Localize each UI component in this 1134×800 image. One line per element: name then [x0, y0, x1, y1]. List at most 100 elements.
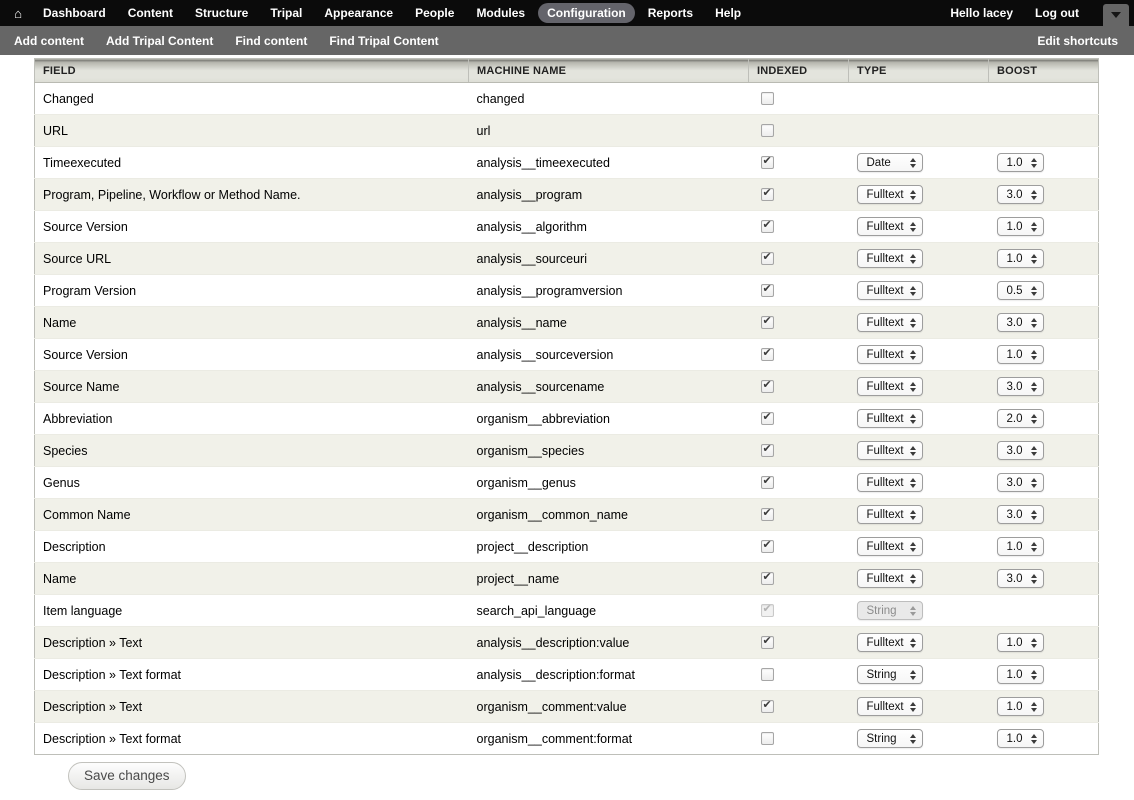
toolbar-item-content[interactable]: Content — [119, 3, 182, 23]
boost-select[interactable]: 1.0 — [997, 153, 1044, 172]
boost-select[interactable]: 3.0 — [997, 377, 1044, 396]
indexed-checkbox[interactable] — [761, 668, 774, 681]
type-select[interactable]: Fulltext — [857, 281, 923, 300]
type-select[interactable]: Date — [857, 153, 923, 172]
toolbar-item-appearance[interactable]: Appearance — [315, 3, 402, 23]
toolbar-item-reports[interactable]: Reports — [639, 3, 702, 23]
toolbar-item-structure[interactable]: Structure — [186, 3, 257, 23]
field-label: Source Version — [35, 339, 469, 371]
arrow-up-icon — [910, 158, 916, 162]
indexed-checkbox[interactable] — [761, 92, 774, 105]
stepper-arrows-icon — [1031, 638, 1037, 648]
machine-name: analysis__description:value — [469, 627, 749, 659]
type-select[interactable]: Fulltext — [857, 249, 923, 268]
type-cell: Fulltext — [849, 531, 989, 563]
toolbar-item-people[interactable]: People — [406, 3, 463, 23]
boost-select[interactable]: 3.0 — [997, 185, 1044, 204]
arrow-up-icon — [1031, 734, 1037, 738]
arrow-up-icon — [1031, 382, 1037, 386]
logout-link[interactable]: Log out — [1026, 3, 1088, 23]
indexed-checkbox[interactable]: ✔ — [761, 316, 774, 329]
boost-select[interactable]: 1.0 — [997, 665, 1044, 684]
column-header-field: FIELD — [35, 59, 469, 83]
type-select[interactable]: Fulltext — [857, 185, 923, 204]
stepper-arrows-icon — [1031, 702, 1037, 712]
indexed-checkbox[interactable]: ✔ — [761, 572, 774, 585]
type-select[interactable]: Fulltext — [857, 633, 923, 652]
shortcut-find-content[interactable]: Find content — [235, 34, 307, 48]
shortcut-find-tripal-content[interactable]: Find Tripal Content — [329, 34, 438, 48]
boost-select[interactable]: 3.0 — [997, 473, 1044, 492]
shortcut-add-content[interactable]: Add content — [14, 34, 84, 48]
home-icon[interactable]: ⌂ — [4, 6, 32, 21]
toolbar-item-tripal[interactable]: Tripal — [261, 3, 311, 23]
toolbar-item-modules[interactable]: Modules — [467, 3, 534, 23]
type-select[interactable]: Fulltext — [857, 569, 923, 588]
stepper-arrows-icon — [910, 286, 916, 296]
boost-select[interactable]: 1.0 — [997, 697, 1044, 716]
boost-select[interactable]: 1.0 — [997, 345, 1044, 364]
arrow-down-icon — [1031, 324, 1037, 328]
type-select[interactable]: Fulltext — [857, 537, 923, 556]
arrow-down-icon — [1031, 356, 1037, 360]
boost-select[interactable]: 1.0 — [997, 249, 1044, 268]
boost-select[interactable]: 3.0 — [997, 441, 1044, 460]
indexed-checkbox[interactable]: ✔ — [761, 636, 774, 649]
type-select[interactable]: Fulltext — [857, 409, 923, 428]
indexed-checkbox[interactable]: ✔ — [761, 508, 774, 521]
boost-select[interactable]: 0.5 — [997, 281, 1044, 300]
indexed-checkbox[interactable]: ✔ — [761, 348, 774, 361]
type-select[interactable]: Fulltext — [857, 345, 923, 364]
boost-select-value: 1.0 — [1007, 349, 1023, 361]
toolbar-item-help[interactable]: Help — [706, 3, 750, 23]
type-select-value: Fulltext — [867, 317, 904, 329]
indexed-checkbox[interactable]: ✔ — [761, 476, 774, 489]
type-select[interactable]: Fulltext — [857, 313, 923, 332]
type-select[interactable]: Fulltext — [857, 697, 923, 716]
toolbar-item-configuration[interactable]: Configuration — [538, 3, 635, 23]
type-cell — [849, 115, 989, 147]
boost-select-value: 1.0 — [1007, 221, 1023, 233]
indexed-checkbox[interactable] — [761, 124, 774, 137]
shortcut-add-tripal-content[interactable]: Add Tripal Content — [106, 34, 213, 48]
type-select[interactable]: Fulltext — [857, 473, 923, 492]
boost-select[interactable]: 3.0 — [997, 313, 1044, 332]
type-select[interactable]: String — [857, 665, 923, 684]
indexed-checkbox[interactable]: ✔ — [761, 444, 774, 457]
type-cell: Date — [849, 147, 989, 179]
table-row: Description » Textanalysis__description:… — [35, 627, 1099, 659]
table-row: Source URLanalysis__sourceuri✔Fulltext1.… — [35, 243, 1099, 275]
arrow-up-icon — [1031, 190, 1037, 194]
boost-select[interactable]: 1.0 — [997, 217, 1044, 236]
boost-select[interactable]: 1.0 — [997, 633, 1044, 652]
fields-table-body: ChangedchangedURLurlTimeexecutedanalysis… — [35, 83, 1099, 755]
indexed-checkbox[interactable] — [761, 732, 774, 745]
type-select[interactable]: Fulltext — [857, 217, 923, 236]
save-changes-button[interactable]: Save changes — [68, 762, 186, 790]
field-label: Description — [35, 531, 469, 563]
edit-shortcuts-link[interactable]: Edit shortcuts — [1037, 34, 1118, 48]
indexed-checkbox[interactable]: ✔ — [761, 412, 774, 425]
type-select[interactable]: Fulltext — [857, 505, 923, 524]
indexed-checkbox[interactable]: ✔ — [761, 380, 774, 393]
user-greeting[interactable]: Hello lacey — [941, 3, 1022, 23]
indexed-checkbox[interactable]: ✔ — [761, 700, 774, 713]
boost-select[interactable]: 3.0 — [997, 569, 1044, 588]
type-select[interactable]: String — [857, 729, 923, 748]
boost-select-value: 3.0 — [1007, 317, 1023, 329]
boost-select[interactable]: 1.0 — [997, 537, 1044, 556]
indexed-checkbox[interactable]: ✔ — [761, 188, 774, 201]
indexed-checkbox[interactable]: ✔ — [761, 540, 774, 553]
indexed-checkbox[interactable]: ✔ — [761, 220, 774, 233]
boost-select[interactable]: 1.0 — [997, 729, 1044, 748]
indexed-checkbox[interactable]: ✔ — [761, 156, 774, 169]
boost-select[interactable]: 3.0 — [997, 505, 1044, 524]
table-row: Changedchanged — [35, 83, 1099, 115]
boost-select[interactable]: 2.0 — [997, 409, 1044, 428]
type-select[interactable]: Fulltext — [857, 377, 923, 396]
indexed-checkbox[interactable]: ✔ — [761, 252, 774, 265]
indexed-checkbox[interactable]: ✔ — [761, 284, 774, 297]
toolbar-toggle-button[interactable] — [1103, 4, 1129, 26]
toolbar-item-dashboard[interactable]: Dashboard — [34, 3, 115, 23]
type-select[interactable]: Fulltext — [857, 441, 923, 460]
